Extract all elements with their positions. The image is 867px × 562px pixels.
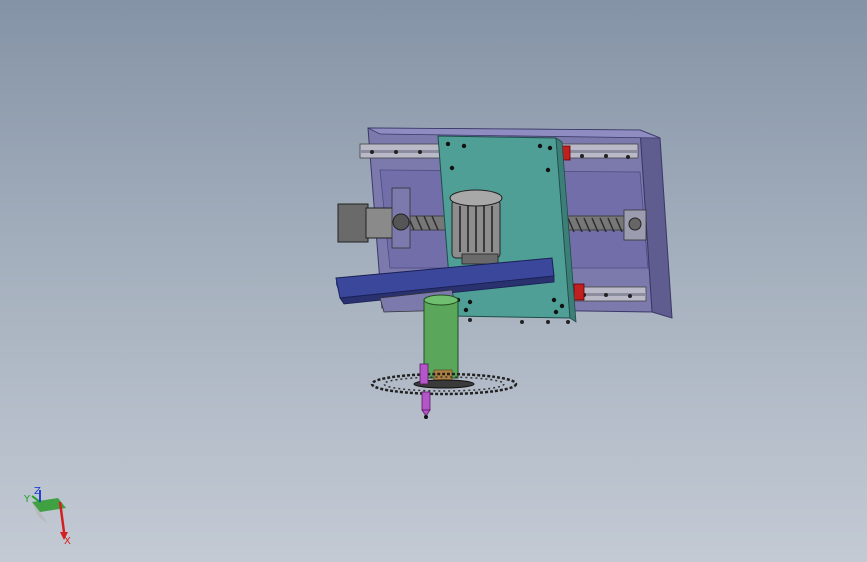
cad-model[interactable] (0, 0, 867, 562)
reference-triad: Y Z X (23, 486, 71, 546)
graphics-viewport[interactable]: Y Z X (0, 0, 867, 562)
triad-z-label: Z (34, 486, 41, 497)
drive-motor[interactable] (449, 189, 503, 265)
spindle[interactable] (423, 294, 459, 385)
base-plate-fasteners (468, 318, 570, 324)
triad-y-label: Y (23, 494, 31, 505)
stop-block (573, 283, 585, 301)
triad-x-label: X (64, 536, 71, 546)
